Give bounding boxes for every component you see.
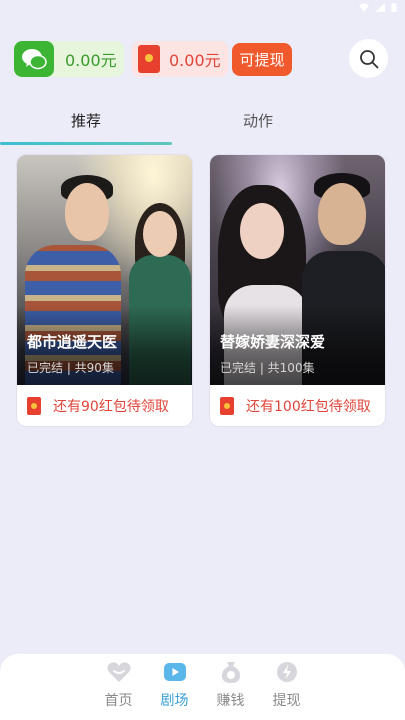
nav-theater-label: 剧场 [160,693,189,709]
drama-meta: 已完结 | 共90集 [27,361,114,375]
bottom-nav: 首页 剧场 赚钱 提现 [0,654,405,720]
redpacket-balance[interactable]: 0.00元 [132,41,228,77]
tab-recommend[interactable]: 推荐 [0,100,172,140]
signal-icon [375,2,385,12]
red-envelope-icon [138,45,160,73]
drama-title: 替嫁娇妻深深爱 [220,333,326,351]
withdraw-button[interactable]: 可提现 [232,42,292,76]
search-icon [359,49,378,68]
tab-action[interactable]: 动作 [172,100,344,140]
drama-poster[interactable]: 都市逍遥天医 已完结 | 共90集 [17,155,192,385]
tab-indicator [0,142,172,145]
nav-withdraw-label: 提现 [272,693,301,709]
wechat-amount: 0.00元 [65,51,117,70]
wechat-icon [14,41,54,77]
nav-theater[interactable]: 剧场 [147,654,203,720]
wifi-icon [359,3,369,12]
nav-home[interactable]: 首页 [91,654,147,720]
nav-withdraw[interactable]: 提现 [259,654,315,720]
nav-earn[interactable]: 赚钱 [203,654,259,720]
drama-poster[interactable]: 替嫁娇妻深深爱 已完结 | 共100集 [210,155,385,385]
reward-row[interactable]: 还有100红包待领取 [210,385,385,426]
status-bar [0,0,405,14]
theater-play-icon [163,663,186,681]
drama-card[interactable]: 都市逍遥天医 已完结 | 共90集 还有90红包待领取 [16,154,193,427]
wallet-row: 0.00元 0.00元 可提现 [14,41,292,77]
nav-home-label: 首页 [104,693,133,709]
red-envelope-icon [220,397,234,415]
drama-meta: 已完结 | 共100集 [220,361,315,375]
home-heart-icon [106,662,131,682]
reward-text: 还有100红包待领取 [246,399,371,415]
withdraw-coin-icon [276,662,297,682]
category-tabs: 推荐 动作 [0,100,405,146]
reward-text: 还有90红包待领取 [53,399,169,415]
drama-title: 都市逍遥天医 [27,333,118,351]
battery-icon [391,2,397,12]
redpacket-amount: 0.00元 [169,51,221,70]
search-button[interactable] [349,39,388,78]
red-envelope-icon [27,397,41,415]
money-bag-icon [221,662,240,683]
reward-row[interactable]: 还有90红包待领取 [17,385,192,426]
drama-card[interactable]: 替嫁娇妻深深爱 已完结 | 共100集 还有100红包待领取 [209,154,386,427]
wechat-balance[interactable]: 0.00元 [14,41,124,77]
nav-earn-label: 赚钱 [216,693,245,709]
